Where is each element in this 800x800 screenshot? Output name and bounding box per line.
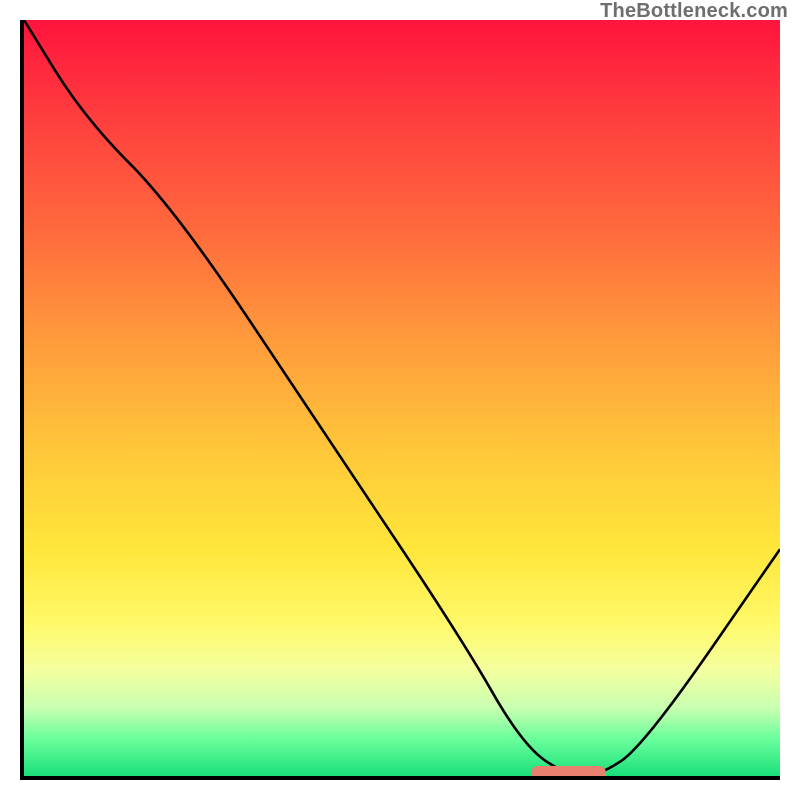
plot-area [20, 20, 780, 780]
optimal-range-marker [531, 766, 607, 780]
bottleneck-chart: TheBottleneck.com [0, 0, 800, 800]
bottleneck-curve-line [24, 20, 780, 776]
